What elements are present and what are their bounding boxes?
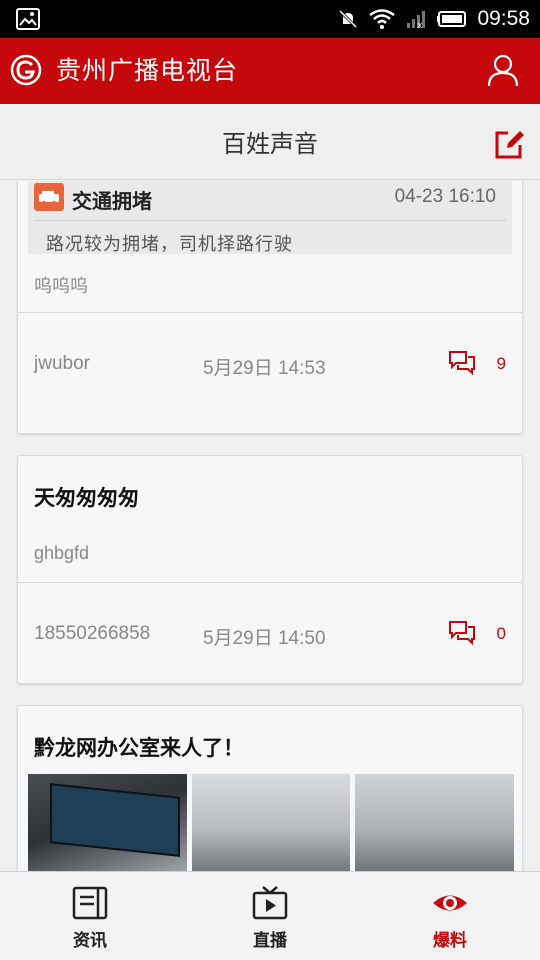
tab-news[interactable]: 资讯 bbox=[0, 872, 180, 960]
photo-strip bbox=[28, 774, 515, 871]
section-title: 百姓声音 bbox=[222, 130, 318, 158]
divider bbox=[18, 312, 522, 313]
comment-icon[interactable] bbox=[448, 620, 476, 646]
bottom-tab-bar: 资讯 直播 爆料 bbox=[0, 871, 540, 960]
quote-text: 路况较为拥堵，司机择路行驶 bbox=[46, 234, 293, 255]
post-card[interactable]: 交通拥堵 04-23 16:10 路况较为拥堵，司机择路行驶 呜呜呜 jwubo… bbox=[17, 181, 523, 434]
status-bar: x 09:58 bbox=[0, 0, 540, 38]
tv-icon bbox=[252, 886, 288, 920]
comment-count: 9 bbox=[496, 354, 506, 373]
quote-title: 交通拥堵 bbox=[72, 189, 152, 213]
post-feed[interactable]: 交通拥堵 04-23 16:10 路况较为拥堵，司机择路行驶 呜呜呜 jwubo… bbox=[0, 181, 540, 871]
comment-icon[interactable] bbox=[448, 350, 476, 376]
status-time: 09:58 bbox=[477, 7, 530, 30]
edit-icon[interactable] bbox=[494, 128, 524, 160]
post-card[interactable]: 天匆匆匆匆 ghbgfd 18550266858 5月29日 14:50 0 bbox=[17, 455, 523, 684]
post-date: 5月29日 14:50 bbox=[203, 628, 326, 649]
post-card[interactable]: 黔龙网办公室来人了！ bbox=[17, 705, 523, 871]
quote-time: 04-23 16:10 bbox=[394, 186, 496, 207]
tab-label: 直播 bbox=[253, 931, 287, 951]
post-body: ghbgfd bbox=[34, 543, 90, 563]
section-header: 百姓声音 bbox=[0, 104, 540, 180]
tab-live[interactable]: 直播 bbox=[180, 872, 360, 960]
divider bbox=[18, 582, 522, 583]
quoted-report[interactable]: 交通拥堵 04-23 16:10 路况较为拥堵，司机择路行驶 bbox=[28, 181, 512, 255]
post-author: 18550266858 bbox=[34, 623, 151, 644]
post-title: 黔龙网办公室来人了！ bbox=[34, 736, 244, 760]
tab-report[interactable]: 爆料 bbox=[360, 872, 540, 960]
tab-label: 爆料 bbox=[433, 931, 467, 951]
news-icon bbox=[72, 886, 108, 920]
post-photo[interactable] bbox=[191, 774, 351, 871]
post-date: 5月29日 14:53 bbox=[203, 358, 326, 379]
traffic-jam-icon bbox=[34, 183, 64, 211]
svg-text:x: x bbox=[417, 21, 423, 29]
gallery-notification-icon bbox=[16, 8, 40, 30]
comment-count: 0 bbox=[496, 624, 506, 643]
app-title: 贵州广播电视台 bbox=[56, 56, 239, 85]
user-icon[interactable] bbox=[486, 52, 520, 88]
notifications-muted-icon bbox=[339, 9, 358, 29]
divider bbox=[34, 220, 506, 221]
cellular-signal-icon: x bbox=[407, 11, 426, 29]
post-body: 呜呜呜 bbox=[34, 276, 88, 296]
post-author: jwubor bbox=[34, 353, 90, 374]
tab-label: 资讯 bbox=[73, 931, 107, 951]
monitor-shape bbox=[50, 783, 180, 857]
battery-icon bbox=[437, 11, 467, 27]
post-photo[interactable] bbox=[355, 774, 515, 871]
post-photo[interactable] bbox=[28, 774, 187, 871]
post-title: 天匆匆匆匆 bbox=[34, 486, 139, 510]
wifi-icon bbox=[369, 9, 396, 29]
eye-icon bbox=[433, 895, 467, 911]
broadcast-logo-icon bbox=[10, 54, 42, 86]
app-bar: 贵州广播电视台 bbox=[0, 38, 540, 104]
